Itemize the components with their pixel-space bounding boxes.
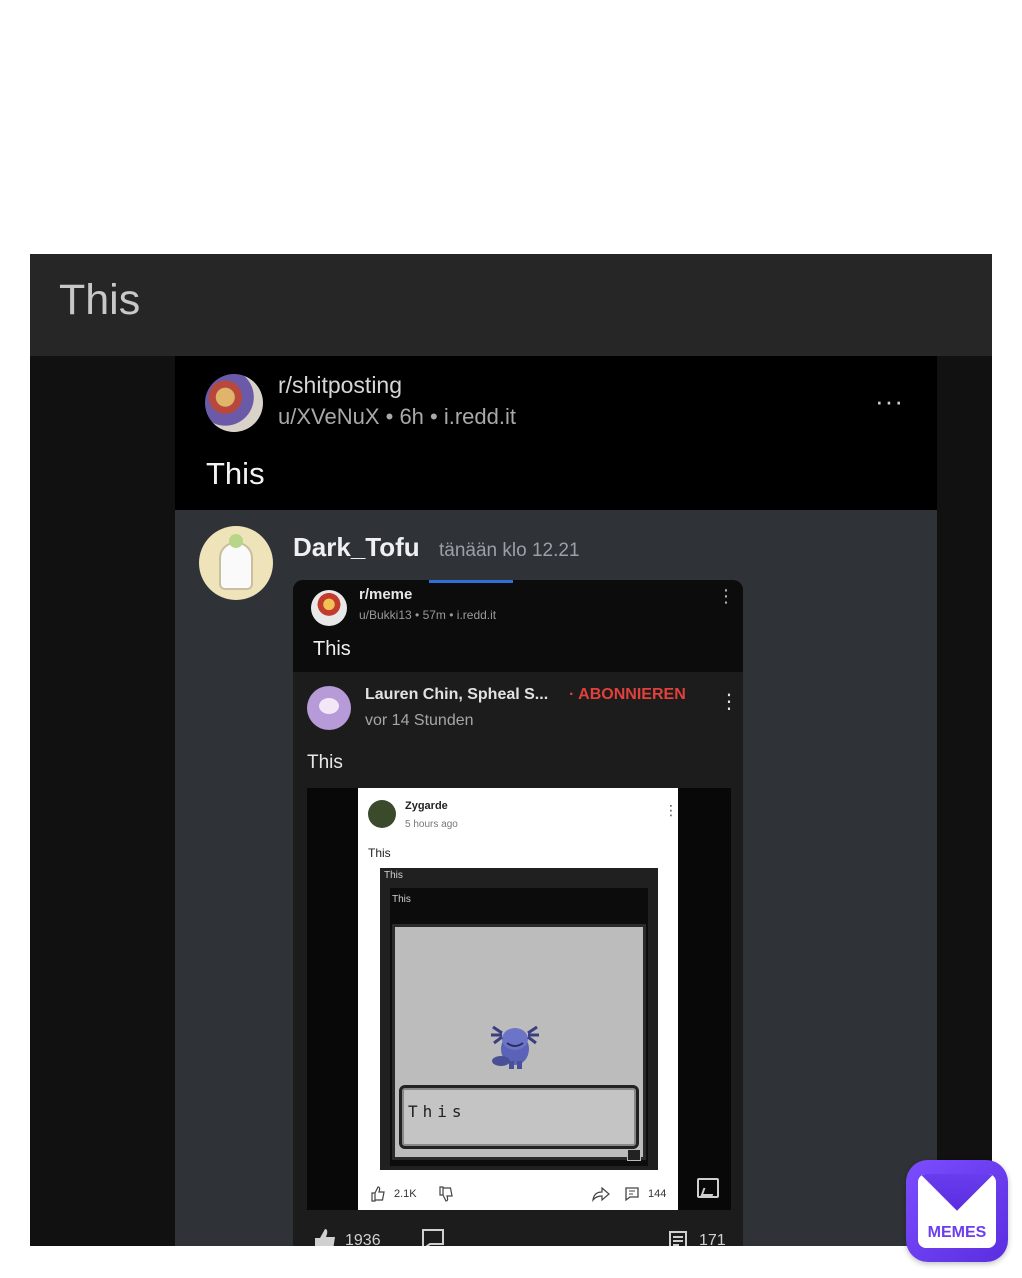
subreddit-name: r/shitposting	[278, 372, 403, 398]
inner-subreddit-avatar	[311, 590, 347, 626]
discord-timestamp: tänään klo 12.21	[439, 540, 580, 561]
thumbs-up-icon	[315, 1229, 335, 1246]
comment-count: 144	[648, 1188, 667, 1200]
post-meta: u/XVeNuX • 6h • i.redd.it	[278, 404, 516, 429]
game-screen: This	[392, 924, 646, 1161]
reddit-action-bar: 1936 171	[175, 1228, 937, 1246]
channel-avatar	[307, 686, 351, 730]
community-post-time: vor 14 Stunden	[365, 712, 474, 729]
community-post-media: Zygarde 5 hours ago ⋮ This This This Thi…	[307, 788, 731, 1210]
community-post-text: This	[307, 752, 343, 773]
zygarde-post: Zygarde 5 hours ago ⋮ This This This Thi…	[358, 788, 678, 1210]
comment-icon	[625, 1187, 639, 1202]
inner-subreddit-name: r/meme	[359, 586, 413, 603]
card-header: This	[30, 254, 992, 356]
wooper-sprite	[491, 1025, 539, 1069]
image-icon	[627, 1149, 641, 1161]
zygarde-avatar	[368, 800, 396, 828]
nested-screenshot: This This This	[380, 868, 658, 1170]
zygarde-text: This	[368, 846, 391, 860]
inner-screenshot: r/meme u/Bukki13 • 57m • i.redd.it ⋮ Thi…	[293, 580, 743, 1246]
three-dots-icon: ⋮	[719, 691, 739, 713]
three-dots-icon: ⋮	[717, 586, 735, 606]
channel-name: Lauren Chin, Spheal S...	[365, 686, 549, 703]
dialog-text: This	[408, 1102, 467, 1121]
inner-reddit-header: r/meme u/Bukki13 • 57m • i.redd.it ⋮ Thi…	[293, 580, 743, 672]
subscribe-link: · ABONNIEREN	[569, 686, 686, 703]
inner-post-title: This	[313, 638, 351, 660]
reddit-screenshot: r/shitposting u/XVeNuX • 6h • i.redd.it …	[175, 356, 937, 1246]
memes-logo: MEMES	[906, 1160, 1008, 1262]
post-card: This r/shitposting u/XVeNuX • 6h • i.red…	[30, 254, 992, 1246]
progress-bar	[429, 580, 513, 583]
comment-icon	[422, 1229, 444, 1246]
nested-title: This	[384, 870, 403, 881]
upvote-count: 1936	[345, 1232, 381, 1246]
comment-count: 171	[699, 1232, 726, 1246]
like-count: 2.1K	[394, 1188, 417, 1200]
logo-text: MEMES	[927, 1224, 987, 1241]
subreddit-avatar	[205, 374, 263, 432]
zygarde-author: Zygarde	[405, 800, 448, 812]
post-title: This	[206, 456, 265, 491]
envelope-icon: MEMES	[918, 1174, 996, 1248]
zygarde-actions: 2.1K 144	[358, 1182, 678, 1206]
nested-screenshot-inner: This This	[390, 888, 648, 1166]
thumbs-up-icon	[371, 1186, 385, 1202]
thumbs-down-icon	[439, 1186, 453, 1202]
discord-avatar	[199, 526, 273, 600]
comment-icon	[669, 1231, 687, 1246]
nested-title: This	[392, 894, 411, 905]
share-icon	[592, 1186, 610, 1202]
more-options-icon: ···	[875, 386, 904, 416]
zygarde-time: 5 hours ago	[405, 819, 458, 830]
dialog-box: This	[399, 1085, 639, 1149]
three-dots-icon: ⋮	[664, 802, 678, 818]
page-title: This	[59, 276, 141, 324]
reddit-header: r/shitposting u/XVeNuX • 6h • i.redd.it …	[175, 356, 937, 510]
image-icon	[697, 1178, 719, 1198]
inner-post-meta: u/Bukki13 • 57m • i.redd.it	[359, 608, 497, 622]
discord-author: Dark_Tofu	[293, 532, 420, 562]
